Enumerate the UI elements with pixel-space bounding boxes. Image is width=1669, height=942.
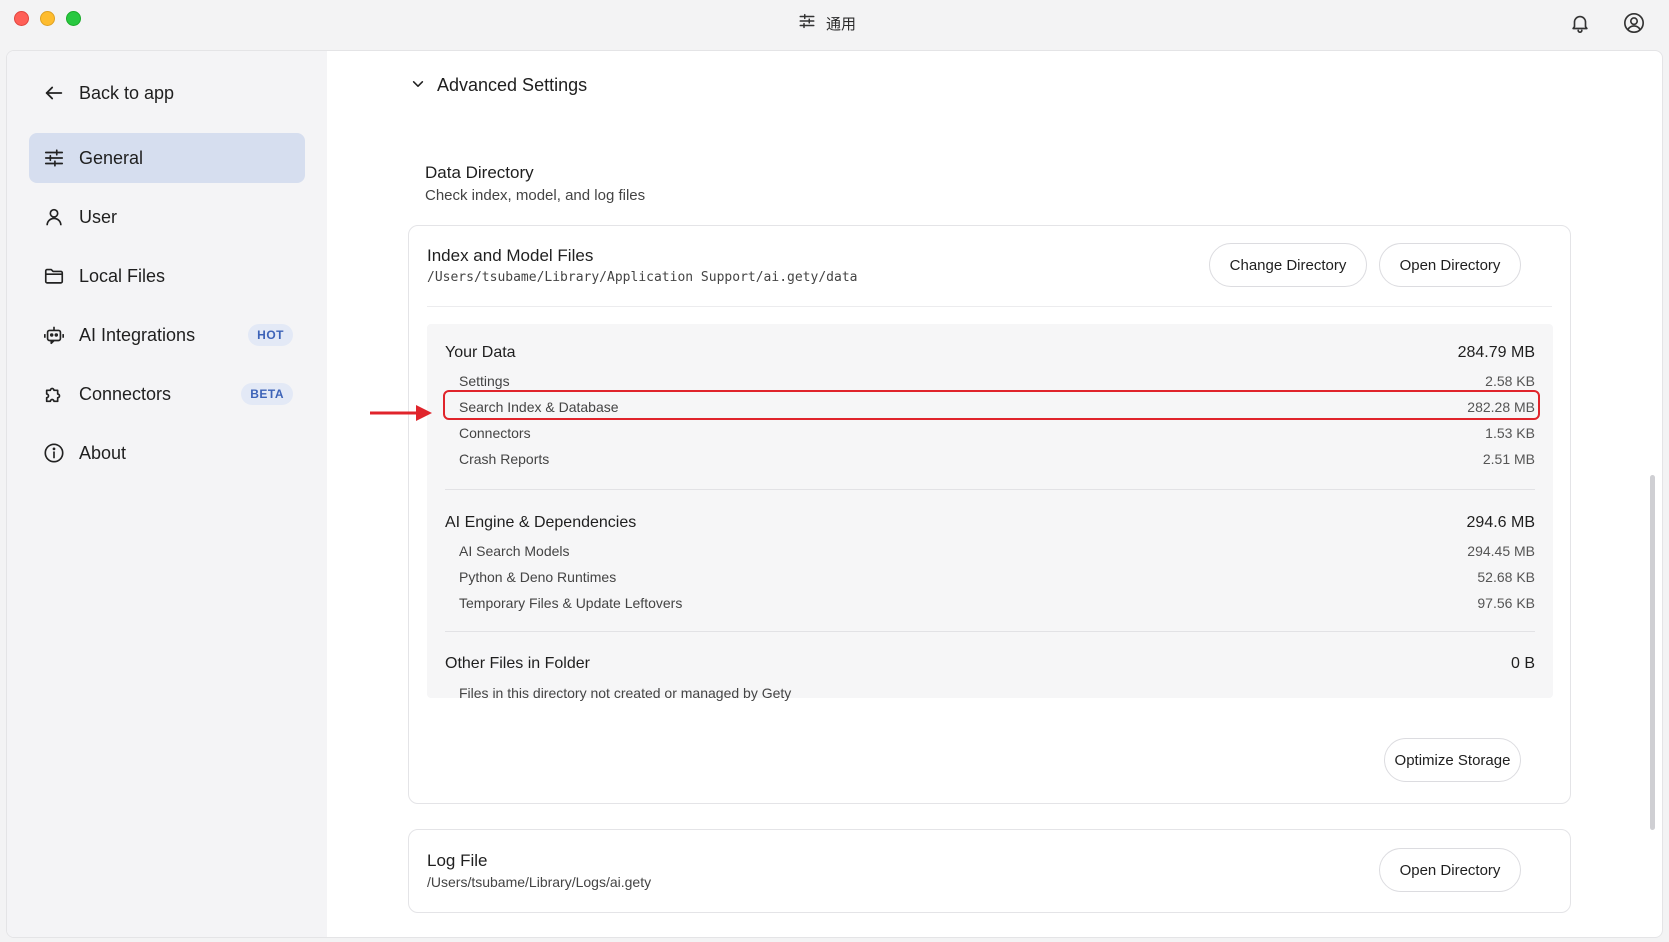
- divider: [427, 306, 1552, 307]
- your-data-title: Your Data: [445, 344, 516, 361]
- window-title: 通用: [798, 11, 856, 35]
- row-label-settings: Settings: [459, 373, 510, 389]
- folder-icon: [43, 265, 65, 287]
- row-value-connectors: 1.53 KB: [1485, 425, 1535, 441]
- hot-badge: HOT: [248, 324, 293, 346]
- title-bar: 通用: [0, 0, 1669, 48]
- row-label-runtimes: Python & Deno Runtimes: [459, 569, 617, 585]
- optimize-storage-button[interactable]: Optimize Storage: [1384, 738, 1521, 782]
- bell-icon[interactable]: [1567, 10, 1593, 36]
- zoom-window-button[interactable]: [66, 11, 81, 26]
- advanced-settings-toggle[interactable]: Advanced Settings: [411, 73, 587, 97]
- main-pane: Advanced Settings Data Directory Check i…: [327, 51, 1662, 937]
- row-value-ai-models: 294.45 MB: [1467, 543, 1535, 559]
- sliders-icon: [798, 12, 816, 34]
- row-value-runtimes: 52.68 KB: [1477, 569, 1535, 585]
- log-file-title: Log File: [427, 851, 488, 870]
- other-files-description: Files in this directory not created or m…: [459, 685, 792, 701]
- log-file-path: /Users/tsubame/Library/Logs/ai.gety: [427, 874, 652, 890]
- ai-engine-title: AI Engine & Dependencies: [445, 514, 637, 531]
- row-label-crash-reports: Crash Reports: [459, 451, 550, 467]
- change-directory-button[interactable]: Change Directory: [1209, 243, 1367, 287]
- minimize-window-button[interactable]: [40, 11, 55, 26]
- storage-breakdown: Your Data 284.79 MB Settings 2.58 KB Sea…: [427, 324, 1553, 701]
- row-label-temp-files: Temporary Files & Update Leftovers: [459, 595, 683, 611]
- divider: [445, 489, 1535, 490]
- back-to-app-button[interactable]: Back to app: [29, 68, 305, 118]
- sidebar-item-label: AI Integrations: [79, 324, 196, 345]
- divider: [445, 631, 1535, 632]
- close-window-button[interactable]: [14, 11, 29, 26]
- scrollbar[interactable]: [1650, 475, 1655, 830]
- ai-engine-total: 294.6 MB: [1466, 514, 1535, 531]
- sidebar-item-about[interactable]: About: [29, 428, 305, 478]
- info-icon: [43, 442, 65, 464]
- index-files-card: Index and Model Files /Users/tsubame/Lib…: [408, 225, 1571, 804]
- chevron-down-icon: [411, 75, 425, 96]
- log-file-card: Log File /Users/tsubame/Library/Logs/ai.…: [408, 829, 1571, 913]
- data-directory-subtitle: Check index, model, and log files: [425, 187, 646, 204]
- row-label-ai-models: AI Search Models: [459, 543, 570, 559]
- row-value-settings: 2.58 KB: [1485, 373, 1535, 389]
- row-value-crash-reports: 2.51 MB: [1482, 451, 1535, 467]
- open-directory-button[interactable]: Open Directory: [1379, 243, 1521, 287]
- sidebar-item-label: Connectors: [79, 383, 172, 404]
- index-files-title: Index and Model Files: [427, 246, 594, 265]
- window-title-text: 通用: [826, 15, 857, 33]
- sliders-icon: [43, 147, 65, 169]
- log-open-directory-button[interactable]: Open Directory: [1379, 848, 1521, 892]
- data-directory-title: Data Directory: [425, 163, 534, 182]
- annotation-highlight-box: [443, 390, 1540, 420]
- user-circle-icon[interactable]: [1621, 10, 1647, 36]
- arrow-left-icon: [43, 82, 65, 104]
- your-data-total: 284.79 MB: [1457, 344, 1535, 361]
- sidebar: Back to app General User Local Files AI …: [7, 51, 327, 937]
- sidebar-item-ai-integrations[interactable]: AI Integrations HOT: [29, 310, 305, 360]
- sidebar-item-local-files[interactable]: Local Files: [29, 251, 305, 301]
- sidebar-item-connectors[interactable]: Connectors BETA: [29, 369, 305, 419]
- robot-icon: [43, 324, 65, 346]
- sidebar-item-label: General: [79, 147, 144, 168]
- row-label-connectors: Connectors: [459, 425, 531, 441]
- index-files-path: /Users/tsubame/Library/Application Suppo…: [427, 270, 858, 285]
- settings-frame: Back to app General User Local Files AI …: [6, 50, 1663, 938]
- advanced-settings-label: Advanced Settings: [437, 74, 588, 95]
- row-value-temp-files: 97.56 KB: [1477, 595, 1535, 611]
- annotation-arrow-icon: [370, 405, 432, 421]
- other-files-title: Other Files in Folder: [445, 655, 590, 672]
- sidebar-item-general[interactable]: General: [29, 133, 305, 183]
- sidebar-item-label: Local Files: [79, 265, 166, 286]
- puzzle-icon: [43, 383, 65, 405]
- beta-badge: BETA: [241, 383, 293, 405]
- sidebar-item-label: User: [79, 206, 118, 227]
- sidebar-item-user[interactable]: User: [29, 192, 305, 242]
- user-icon: [43, 206, 65, 228]
- other-files-total: 0 B: [1510, 655, 1535, 672]
- back-to-app-label: Back to app: [79, 82, 175, 103]
- app-window: 通用 Back to app General User Local Files …: [0, 0, 1669, 942]
- sidebar-item-label: About: [79, 442, 127, 463]
